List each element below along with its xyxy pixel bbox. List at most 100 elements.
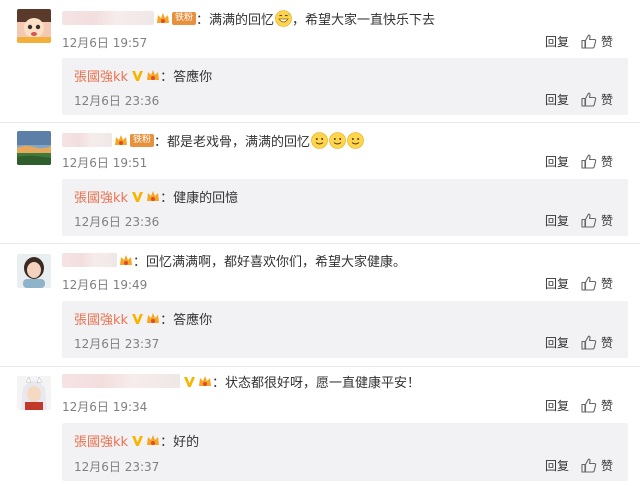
comment-text: 都是老戏骨，满满的回忆 (167, 134, 311, 150)
reply-button[interactable]: 回复 (545, 334, 569, 351)
divider (0, 243, 640, 244)
reply-line: 張國強kk ： 答應你 (74, 309, 212, 328)
like-button[interactable]: 赞 (581, 397, 613, 414)
like-label: 赞 (600, 93, 613, 107)
username-blurred[interactable] (62, 253, 117, 267)
like-button[interactable]: 赞 (581, 33, 613, 50)
reply-time: 12月6日 23:37 (74, 337, 160, 351)
reply-time: 12月6日 23:36 (74, 94, 160, 108)
like-label: 赞 (600, 277, 613, 291)
reply-author[interactable]: 張國強kk (74, 431, 128, 450)
like-label: 赞 (600, 459, 613, 473)
reply-text: 答應你 (173, 70, 213, 85)
comment-time: 12月6日 19:34 (62, 400, 148, 414)
reply-text: 健康的回憶 (173, 191, 239, 206)
like-label: 赞 (600, 399, 613, 413)
comment-line: ： 回忆满满啊，都好喜欢你们，希望大家健康。 (62, 251, 407, 270)
like-button[interactable]: 赞 (581, 153, 613, 170)
reply-author[interactable]: 張國強kk (74, 66, 128, 85)
reply-author[interactable]: 張國強kk (74, 309, 128, 328)
username-blurred[interactable] (62, 133, 112, 147)
reply-box: 張國強kk ： 答應你 12月6日 23:36 回复 赞 (62, 58, 628, 115)
avatar[interactable] (17, 9, 51, 43)
comment-text-continued: ，希望大家一直快乐下去 (292, 12, 436, 28)
fan-crown-icon (156, 12, 170, 25)
comment-time: 12月6日 19:57 (62, 36, 148, 50)
like-label: 赞 (600, 35, 613, 49)
verified-v-icon (183, 375, 196, 388)
reply-time: 12月6日 23:37 (74, 460, 160, 474)
comment-actions: 回复 赞 (545, 397, 613, 414)
thumbs-up-icon (581, 213, 597, 228)
like-button[interactable]: 赞 (581, 212, 613, 229)
fan-crown-icon (146, 434, 160, 447)
thumbs-up-icon (581, 335, 597, 350)
thumbs-up-icon (581, 154, 597, 169)
avatar[interactable] (17, 376, 51, 410)
divider (0, 122, 640, 123)
reply-actions: 回复 赞 (545, 457, 613, 474)
smile-emoji-icon (347, 131, 364, 149)
reply-button[interactable]: 回复 (545, 33, 569, 50)
username-blurred[interactable] (62, 11, 154, 25)
like-button[interactable]: 赞 (581, 275, 613, 292)
fan-crown-icon (198, 375, 212, 388)
verified-v-icon (131, 434, 144, 447)
comment-time: 12月6日 19:49 (62, 278, 148, 292)
like-button[interactable]: 赞 (581, 457, 613, 474)
fan-crown-icon (146, 312, 160, 325)
reply-box: 張國強kk ： 好的 12月6日 23:37 回复 赞 (62, 423, 628, 481)
fan-crown-icon (146, 69, 160, 82)
fan-crown-icon (146, 190, 160, 203)
comment-line: 铁粉 ： 都是老戏骨，满满的回忆 (62, 131, 364, 150)
reply-line: 張國強kk ： 好的 (74, 431, 199, 450)
comment-line: 铁粉 ： 满满的回忆 ，希望大家一直快乐下去 (62, 9, 436, 28)
like-button[interactable]: 赞 (581, 334, 613, 351)
username-blurred[interactable] (62, 374, 180, 388)
fan-crown-icon (119, 254, 133, 267)
reply-author[interactable]: 張國強kk (74, 187, 128, 206)
reply-line: 張國強kk ： 健康的回憶 (74, 187, 238, 206)
comment-actions: 回复 赞 (545, 153, 613, 170)
reply-button[interactable]: 回复 (545, 397, 569, 414)
iron-fan-badge: 铁粉 (172, 11, 197, 25)
reply-button[interactable]: 回复 (545, 91, 569, 108)
reply-text: 答應你 (173, 313, 213, 328)
reply-actions: 回复 赞 (545, 212, 613, 229)
iron-fan-badge: 铁粉 (130, 133, 155, 147)
like-button[interactable]: 赞 (581, 91, 613, 108)
thumbs-up-icon (581, 398, 597, 413)
smile-emoji-icon (329, 131, 346, 149)
smile-emoji-icon (311, 131, 328, 149)
verified-v-icon (131, 190, 144, 203)
reply-box: 張國強kk ： 健康的回憶 12月6日 23:36 回复 赞 (62, 179, 628, 236)
reply-actions: 回复 赞 (545, 334, 613, 351)
like-label: 赞 (600, 336, 613, 350)
fan-crown-icon (114, 134, 128, 147)
thumbs-up-icon (581, 458, 597, 473)
comment-line: ： 状态都很好呀，愿一直健康平安！ (62, 372, 420, 391)
comment-text: 回忆满满啊，都好喜欢你们，希望大家健康。 (146, 254, 407, 270)
thumbs-up-icon (581, 34, 597, 49)
like-label: 赞 (600, 214, 613, 228)
reply-button[interactable]: 回复 (545, 153, 569, 170)
reply-text: 好的 (173, 435, 200, 450)
avatar[interactable] (17, 254, 51, 288)
thumbs-up-icon (581, 92, 597, 107)
like-label: 赞 (600, 155, 613, 169)
comment-time: 12月6日 19:51 (62, 156, 148, 170)
reply-actions: 回复 赞 (545, 91, 613, 108)
reply-box: 張國強kk ： 答應你 12月6日 23:37 回复 赞 (62, 301, 628, 358)
avatar[interactable] (17, 131, 51, 165)
comment-actions: 回复 赞 (545, 33, 613, 50)
reply-button[interactable]: 回复 (545, 212, 569, 229)
thumbs-up-icon (581, 276, 597, 291)
reply-button[interactable]: 回复 (545, 457, 569, 474)
grin-sweat-emoji-icon (275, 9, 292, 27)
verified-v-icon (131, 69, 144, 82)
comment-actions: 回复 赞 (545, 275, 613, 292)
divider (0, 366, 640, 367)
verified-v-icon (131, 312, 144, 325)
reply-line: 張國強kk ： 答應你 (74, 66, 212, 85)
reply-button[interactable]: 回复 (545, 275, 569, 292)
